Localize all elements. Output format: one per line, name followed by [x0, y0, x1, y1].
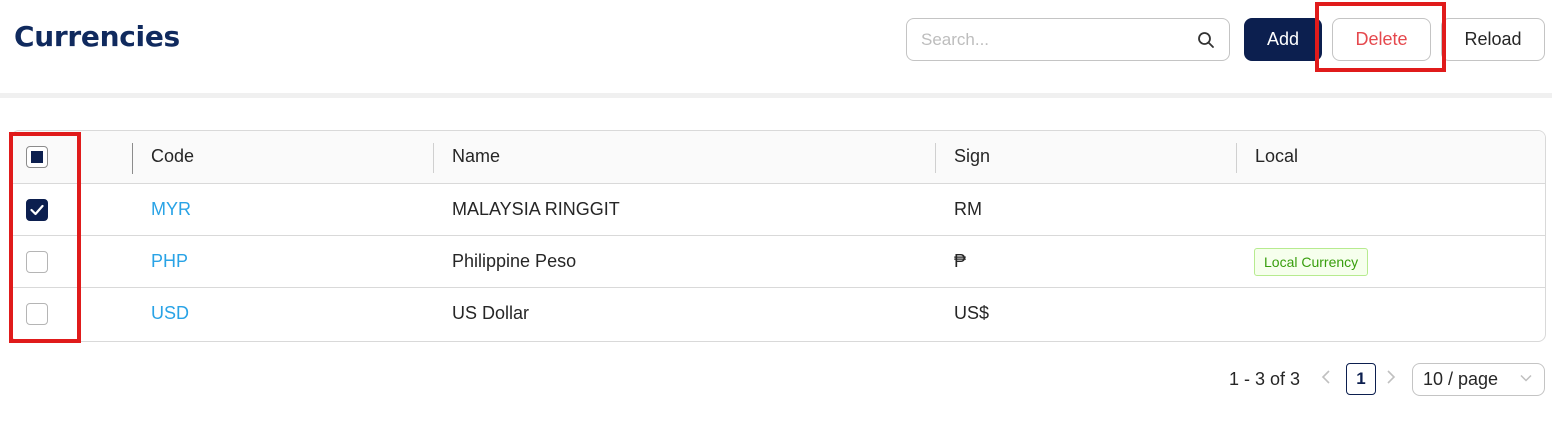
- reload-button[interactable]: Reload: [1441, 18, 1545, 61]
- table-row[interactable]: PHP Philippine Peso ₱ Local Currency: [12, 236, 1545, 288]
- currency-sign: US$: [954, 303, 990, 323]
- column-header-name[interactable]: Name: [452, 146, 500, 167]
- currencies-table: Code Name Sign Local MYR MALAYSIA RINGGI…: [11, 130, 1546, 342]
- page-title: Currencies: [14, 20, 180, 53]
- column-separator: [433, 143, 434, 173]
- currency-sign: RM: [954, 199, 982, 219]
- column-separator: [132, 143, 133, 174]
- row-checkbox[interactable]: [26, 199, 48, 221]
- row-checkbox[interactable]: [26, 251, 48, 273]
- column-separator: [935, 143, 936, 173]
- row-checkbox[interactable]: [26, 303, 48, 325]
- currency-code-link[interactable]: PHP: [151, 251, 188, 272]
- column-header-local[interactable]: Local: [1255, 146, 1298, 167]
- search-box[interactable]: [906, 18, 1230, 61]
- column-header-sign[interactable]: Sign: [954, 146, 990, 167]
- currency-sign: ₱: [954, 251, 967, 271]
- pagination-page-1[interactable]: 1: [1346, 363, 1376, 395]
- local-currency-tag: Local Currency: [1254, 248, 1369, 276]
- currency-name: US Dollar: [452, 303, 530, 323]
- currency-name: Philippine Peso: [452, 251, 577, 271]
- chevron-left-icon[interactable]: [1321, 369, 1331, 390]
- currency-code-link[interactable]: MYR: [151, 199, 191, 220]
- checkmark-icon: [30, 204, 44, 216]
- search-icon[interactable]: [1197, 31, 1215, 49]
- add-button[interactable]: Add: [1244, 18, 1322, 61]
- header-divider: [0, 93, 1552, 98]
- table-header: Code Name Sign Local: [12, 131, 1545, 184]
- chevron-down-icon: [1520, 374, 1532, 382]
- chevron-right-icon[interactable]: [1386, 369, 1396, 390]
- table-row[interactable]: USD US Dollar US$: [12, 288, 1545, 340]
- page-size-value: 10 / page: [1423, 369, 1499, 389]
- select-all-checkbox[interactable]: [26, 146, 48, 168]
- currency-name: MALAYSIA RINGGIT: [452, 199, 620, 219]
- column-header-code[interactable]: Code: [151, 146, 194, 167]
- currency-code-link[interactable]: USD: [151, 303, 189, 324]
- pagination-total: 1 - 3 of 3: [1229, 369, 1301, 389]
- column-separator: [1236, 143, 1237, 173]
- table-row[interactable]: MYR MALAYSIA RINGGIT RM: [12, 184, 1545, 236]
- delete-button[interactable]: Delete: [1332, 18, 1431, 61]
- page-size-select[interactable]: 10 / page: [1412, 363, 1545, 396]
- search-input[interactable]: [921, 29, 1181, 51]
